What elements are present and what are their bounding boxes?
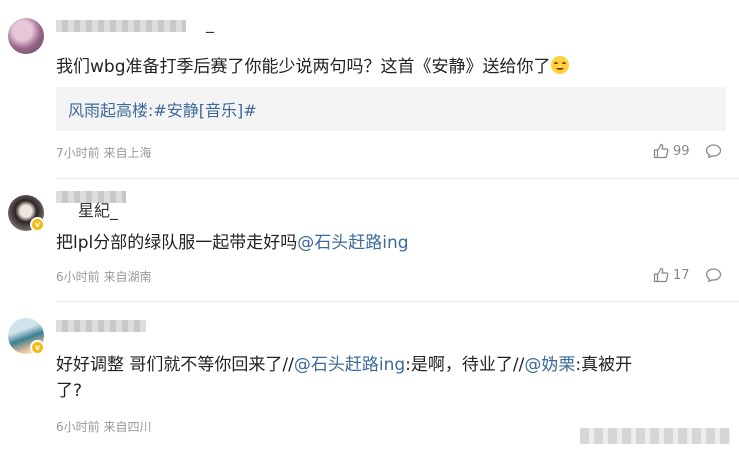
like-count: 99: [673, 143, 690, 159]
username-mosaic: [56, 320, 146, 332]
comment-text: 好好调整 哥们就不等你回来了//@石头赶路ing:是啊，待业了//@妫栗:真被开…: [56, 355, 633, 401]
mention-link[interactable]: @妫栗: [524, 355, 575, 375]
vip-badge-icon: v: [30, 217, 45, 232]
comment-text: 我们wbg准备打季后赛了你能少说两句吗？这首《安静》送给你了: [56, 54, 727, 80]
like-button[interactable]: 99: [653, 143, 690, 159]
username[interactable]: 星紀_: [78, 197, 118, 221]
comment-meta: 7小时前 来自上海: [56, 146, 152, 160]
reply-button[interactable]: [705, 267, 722, 283]
smile-emoji-icon: [550, 56, 569, 74]
comment-icon: [705, 268, 722, 283]
vip-badge-icon: v: [30, 340, 45, 355]
comment-meta: 6小时前 来自四川: [56, 420, 152, 434]
quote-box[interactable]: 风雨起高楼:#安静[音乐]#: [56, 87, 726, 131]
reply-button[interactable]: [705, 143, 722, 159]
comment-icon: [705, 144, 722, 159]
thumb-up-icon: [653, 267, 669, 283]
like-count: 17: [673, 267, 690, 283]
comment-item-2: v 星紀_ 把lpl分部的绿队服一起带走好吗@石头赶路ing 6小时前 来自湖南…: [0, 179, 739, 301]
watermark: [580, 428, 730, 444]
comment-item-1: _ 我们wbg准备打季后赛了你能少说两句吗？这首《安静》送给你了 风雨起高楼:#…: [0, 0, 739, 178]
quote-link[interactable]: 风雨起高楼:#安静[音乐]#: [68, 97, 257, 121]
username[interactable]: _: [206, 14, 214, 33]
comment-meta: 6小时前 来自湖南: [56, 270, 152, 284]
avatar[interactable]: [8, 18, 44, 54]
like-button[interactable]: 17: [653, 267, 690, 283]
mention-link[interactable]: @石头赶路ing: [297, 233, 408, 253]
username-mosaic: [56, 20, 186, 32]
comment-text: 把lpl分部的绿队服一起带走好吗@石头赶路ing: [56, 233, 409, 253]
mention-link[interactable]: @石头赶路ing: [294, 355, 405, 375]
thumb-up-icon: [653, 143, 669, 159]
